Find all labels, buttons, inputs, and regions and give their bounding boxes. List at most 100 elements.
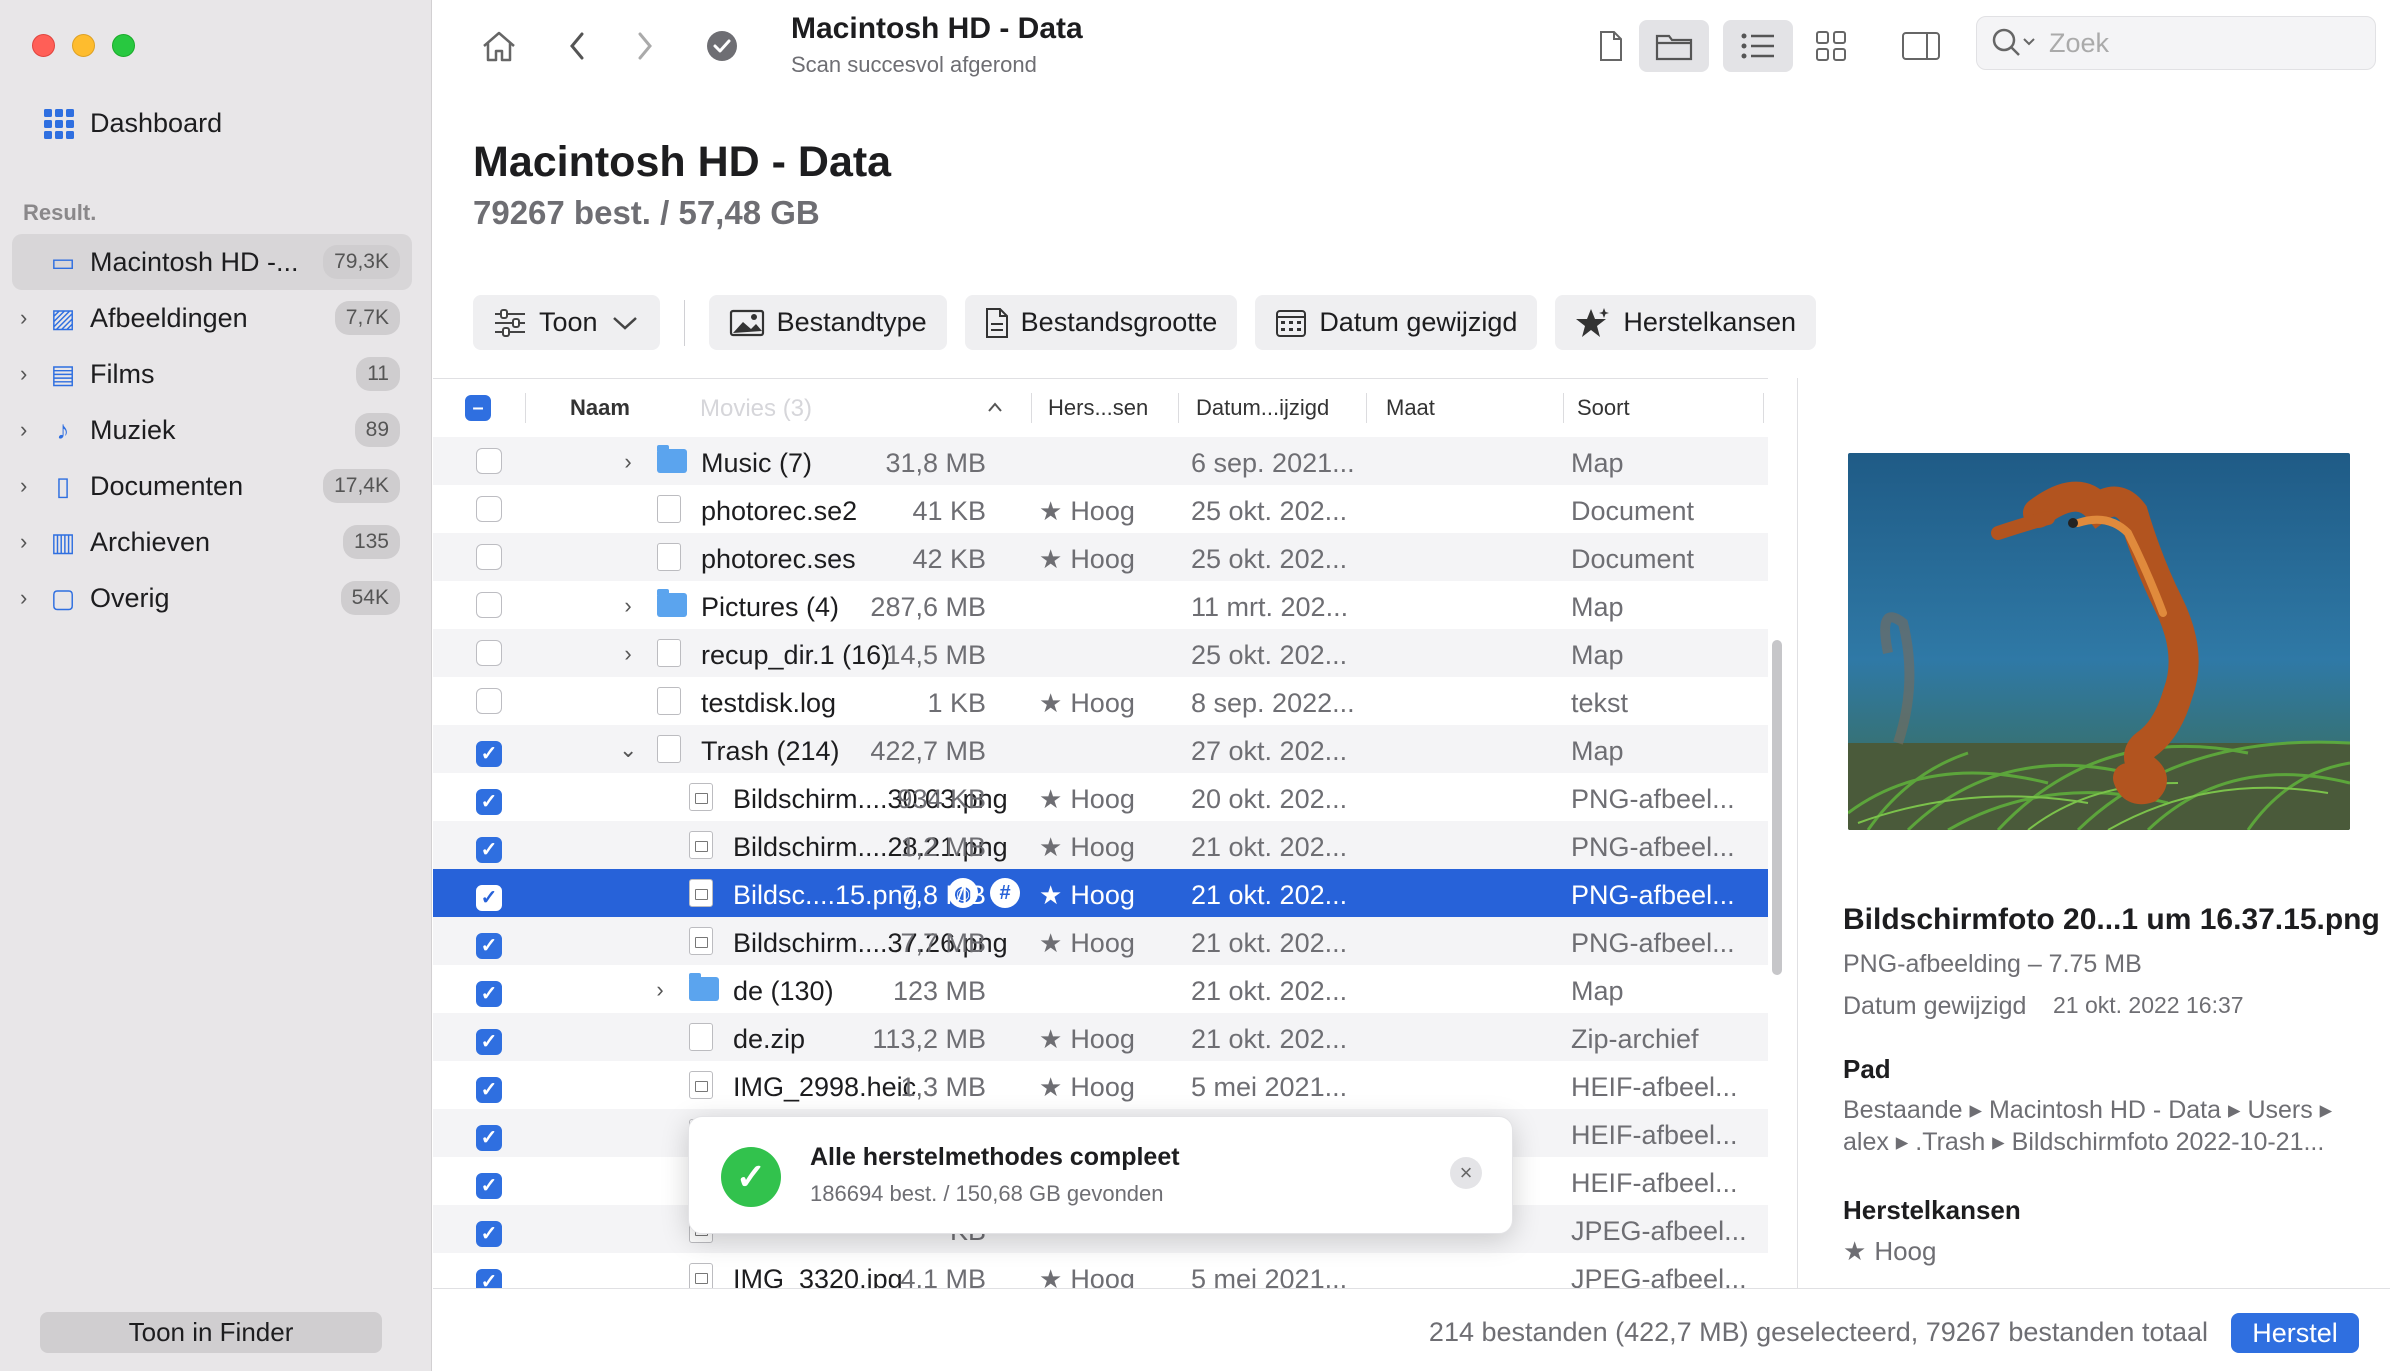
grid-view-button[interactable]	[1803, 20, 1859, 72]
table-row[interactable]: ✓ Bildschirm....30.03.png ★ Hoog 20 okt. 202…	[433, 773, 1768, 821]
row-checkbox[interactable]	[476, 544, 502, 570]
show-in-finder-button[interactable]: Toon in Finder	[40, 1312, 382, 1353]
list-view-button[interactable]	[1723, 20, 1793, 72]
chevron-right-icon[interactable]: ›	[20, 417, 36, 443]
row-checkbox[interactable]: ✓	[476, 1124, 502, 1151]
chevron-right-icon[interactable]: ›	[20, 529, 36, 555]
chevron-right-icon[interactable]: ›	[619, 641, 637, 667]
recovery-chances-label: Herstelkansen	[1623, 307, 1796, 337]
close-notification-button[interactable]: ×	[1450, 1157, 1482, 1189]
dashboard-label: Dashboard	[90, 108, 223, 138]
forward-button[interactable]	[623, 20, 667, 72]
sidebar-item-label: Macintosh HD -...	[90, 246, 299, 277]
row-checkbox[interactable]: ✓	[476, 1172, 502, 1199]
row-checkbox[interactable]: ✓	[476, 788, 502, 815]
toggle-preview-button[interactable]	[1893, 20, 1949, 72]
sidebar-item-6[interactable]: › ▢ Overig 54K	[12, 570, 412, 626]
chevron-right-icon[interactable]: ›	[20, 305, 36, 331]
sidebar-item-label: Afbeeldingen	[90, 302, 248, 333]
column-header-kind[interactable]: Soort	[1577, 395, 1630, 421]
table-row[interactable]: testdisk.log ★ Hoog 8 sep. 2022... 1 KB tekst	[433, 677, 1768, 725]
show-filter-dropdown[interactable]: Toon	[473, 295, 660, 350]
sidebar-item-2[interactable]: › ▤ Films 11	[12, 346, 412, 402]
minimize-window-button[interactable]	[72, 34, 95, 57]
table-row[interactable]: photorec.se2 ★ Hoog 25 okt. 202... 41 KB Docu…	[433, 485, 1768, 533]
file-type-filter[interactable]: Bestandtype	[708, 295, 947, 350]
folder-view-button[interactable]	[1639, 20, 1709, 72]
table-row[interactable]: ✓ › de (130) 21 okt. 202... 123 MB Map	[433, 965, 1768, 1013]
table-row[interactable]: › Music (7) 6 sep. 2021... 31,8 MB Map	[433, 437, 1768, 485]
row-checkbox[interactable]	[476, 448, 502, 474]
recovery-chance-text: Hoog	[1070, 1024, 1135, 1054]
sidebar-item-4[interactable]: › ▯ Documenten 17,4K	[12, 458, 412, 514]
row-checkbox[interactable]: ✓	[476, 1220, 502, 1247]
file-kind: Map	[1571, 592, 1624, 622]
recover-button[interactable]: Herstel	[2231, 1313, 2359, 1353]
recovery-chances-filter[interactable]: Herstelkansen	[1555, 295, 1816, 350]
table-row[interactable]: ✓ Bildsc....15.png ◉ # ★ Hoog 21 okt. 202... 7,…	[433, 869, 1768, 917]
chevron-down-icon[interactable]: ⌄	[619, 737, 637, 763]
table-row[interactable]: ✓ ⌄ Trash (214) 27 okt. 202... 422,7 MB Map	[433, 725, 1768, 773]
sidebar-item-0[interactable]: ▭ Macintosh HD -... 79,3K	[12, 234, 412, 290]
file-view-button[interactable]	[1583, 20, 1639, 72]
table-row[interactable]: › recup_dir.1 (16) 25 okt. 202... 14,5 MB Ma…	[433, 629, 1768, 677]
row-checkbox[interactable]	[476, 496, 502, 522]
search-field[interactable]: Zoek	[1976, 16, 2376, 70]
column-header-name[interactable]: Naam	[570, 395, 630, 421]
file-size: 287,6 MB	[870, 592, 986, 622]
close-window-button[interactable]	[32, 34, 55, 57]
file-icon	[657, 639, 681, 667]
show-filter-label: Toon	[539, 307, 598, 337]
select-all-checkbox[interactable]: –	[465, 395, 491, 421]
archive-icon: ▥	[50, 526, 76, 557]
file-name: de.zip	[733, 1024, 806, 1054]
recovery-chance-text: Hoog	[1070, 496, 1135, 526]
row-checkbox[interactable]	[476, 688, 502, 714]
column-header-size[interactable]: Maat	[1386, 395, 1435, 421]
chevron-right-icon[interactable]: ›	[20, 473, 36, 499]
row-checkbox[interactable]: ✓	[476, 1028, 502, 1055]
sidebar-item-3[interactable]: › ♪ Muziek 89	[12, 402, 412, 458]
column-header-date[interactable]: Datum...ijzigd	[1196, 395, 1329, 421]
sidebar-item-dashboard[interactable]: Dashboard	[44, 108, 222, 139]
chevron-right-icon[interactable]: ›	[651, 977, 669, 1003]
row-checkbox[interactable]: ✓	[476, 980, 502, 1007]
table-row[interactable]: ✓ Bildschirm....28.21.png ★ Hoog 21 okt. 202…	[433, 821, 1768, 869]
file-size-filter[interactable]: Bestandsgrootte	[964, 295, 1238, 350]
chevron-right-icon[interactable]: ›	[20, 361, 36, 387]
table-row[interactable]: ✓ de.zip ★ Hoog 21 okt. 202... 113,2 MB Zip-ar…	[433, 1013, 1768, 1061]
row-checkbox[interactable]	[476, 592, 502, 618]
file-size: 1,3 MB	[900, 1072, 986, 1102]
table-row[interactable]: ✓ IMG_3320.jpg ★ Hoog 5 mei 2021... 4,1 MB JPE…	[433, 1253, 1768, 1288]
hash-icon[interactable]: #	[990, 878, 1020, 908]
row-checkbox[interactable]: ✓	[476, 1268, 502, 1288]
table-row[interactable]: ✓ IMG_2998.heic ★ Hoog 5 mei 2021... 1,3 MB HE…	[433, 1061, 1768, 1109]
row-checkbox[interactable]: ✓	[476, 836, 502, 863]
table-row[interactable]: › Pictures (4) 11 mrt. 202... 287,6 MB Map	[433, 581, 1768, 629]
row-checkbox[interactable]: ✓	[476, 1076, 502, 1103]
column-divider	[1366, 393, 1367, 423]
file-size: 934 KB	[897, 784, 986, 814]
home-button[interactable]	[473, 20, 525, 72]
file-size-label: Bestandsgrootte	[1020, 307, 1218, 337]
star-icon: ★	[1039, 832, 1063, 862]
star-icon: ★	[1039, 1024, 1063, 1054]
row-checkbox[interactable]	[476, 640, 502, 666]
row-checkbox[interactable]: ✓	[476, 932, 502, 959]
count-badge: 79,3K	[323, 245, 400, 279]
table-row[interactable]: ✓ Bildschirm....37.26.png ★ Hoog 21 okt. 202…	[433, 917, 1768, 965]
row-checkbox[interactable]: ✓	[476, 740, 502, 767]
row-checkbox[interactable]: ✓	[476, 884, 502, 911]
table-scrollbar[interactable]	[1772, 640, 1782, 975]
zoom-window-button[interactable]	[112, 34, 135, 57]
column-header-recovery[interactable]: Hers...sen	[1048, 395, 1148, 421]
date-modified-filter[interactable]: Datum gewijzigd	[1255, 295, 1538, 350]
sidebar-item-1[interactable]: › ▨ Afbeeldingen 7,7K	[12, 290, 412, 346]
table-row[interactable]: photorec.ses ★ Hoog 25 okt. 202... 42 KB Docu…	[433, 533, 1768, 581]
chevron-right-icon[interactable]: ›	[619, 449, 637, 475]
chevron-right-icon[interactable]: ›	[20, 585, 36, 611]
sidebar-right-icon	[1902, 32, 1940, 60]
chevron-right-icon[interactable]: ›	[619, 593, 637, 619]
sidebar-item-5[interactable]: › ▥ Archieven 135	[12, 514, 412, 570]
back-button[interactable]	[555, 20, 599, 72]
